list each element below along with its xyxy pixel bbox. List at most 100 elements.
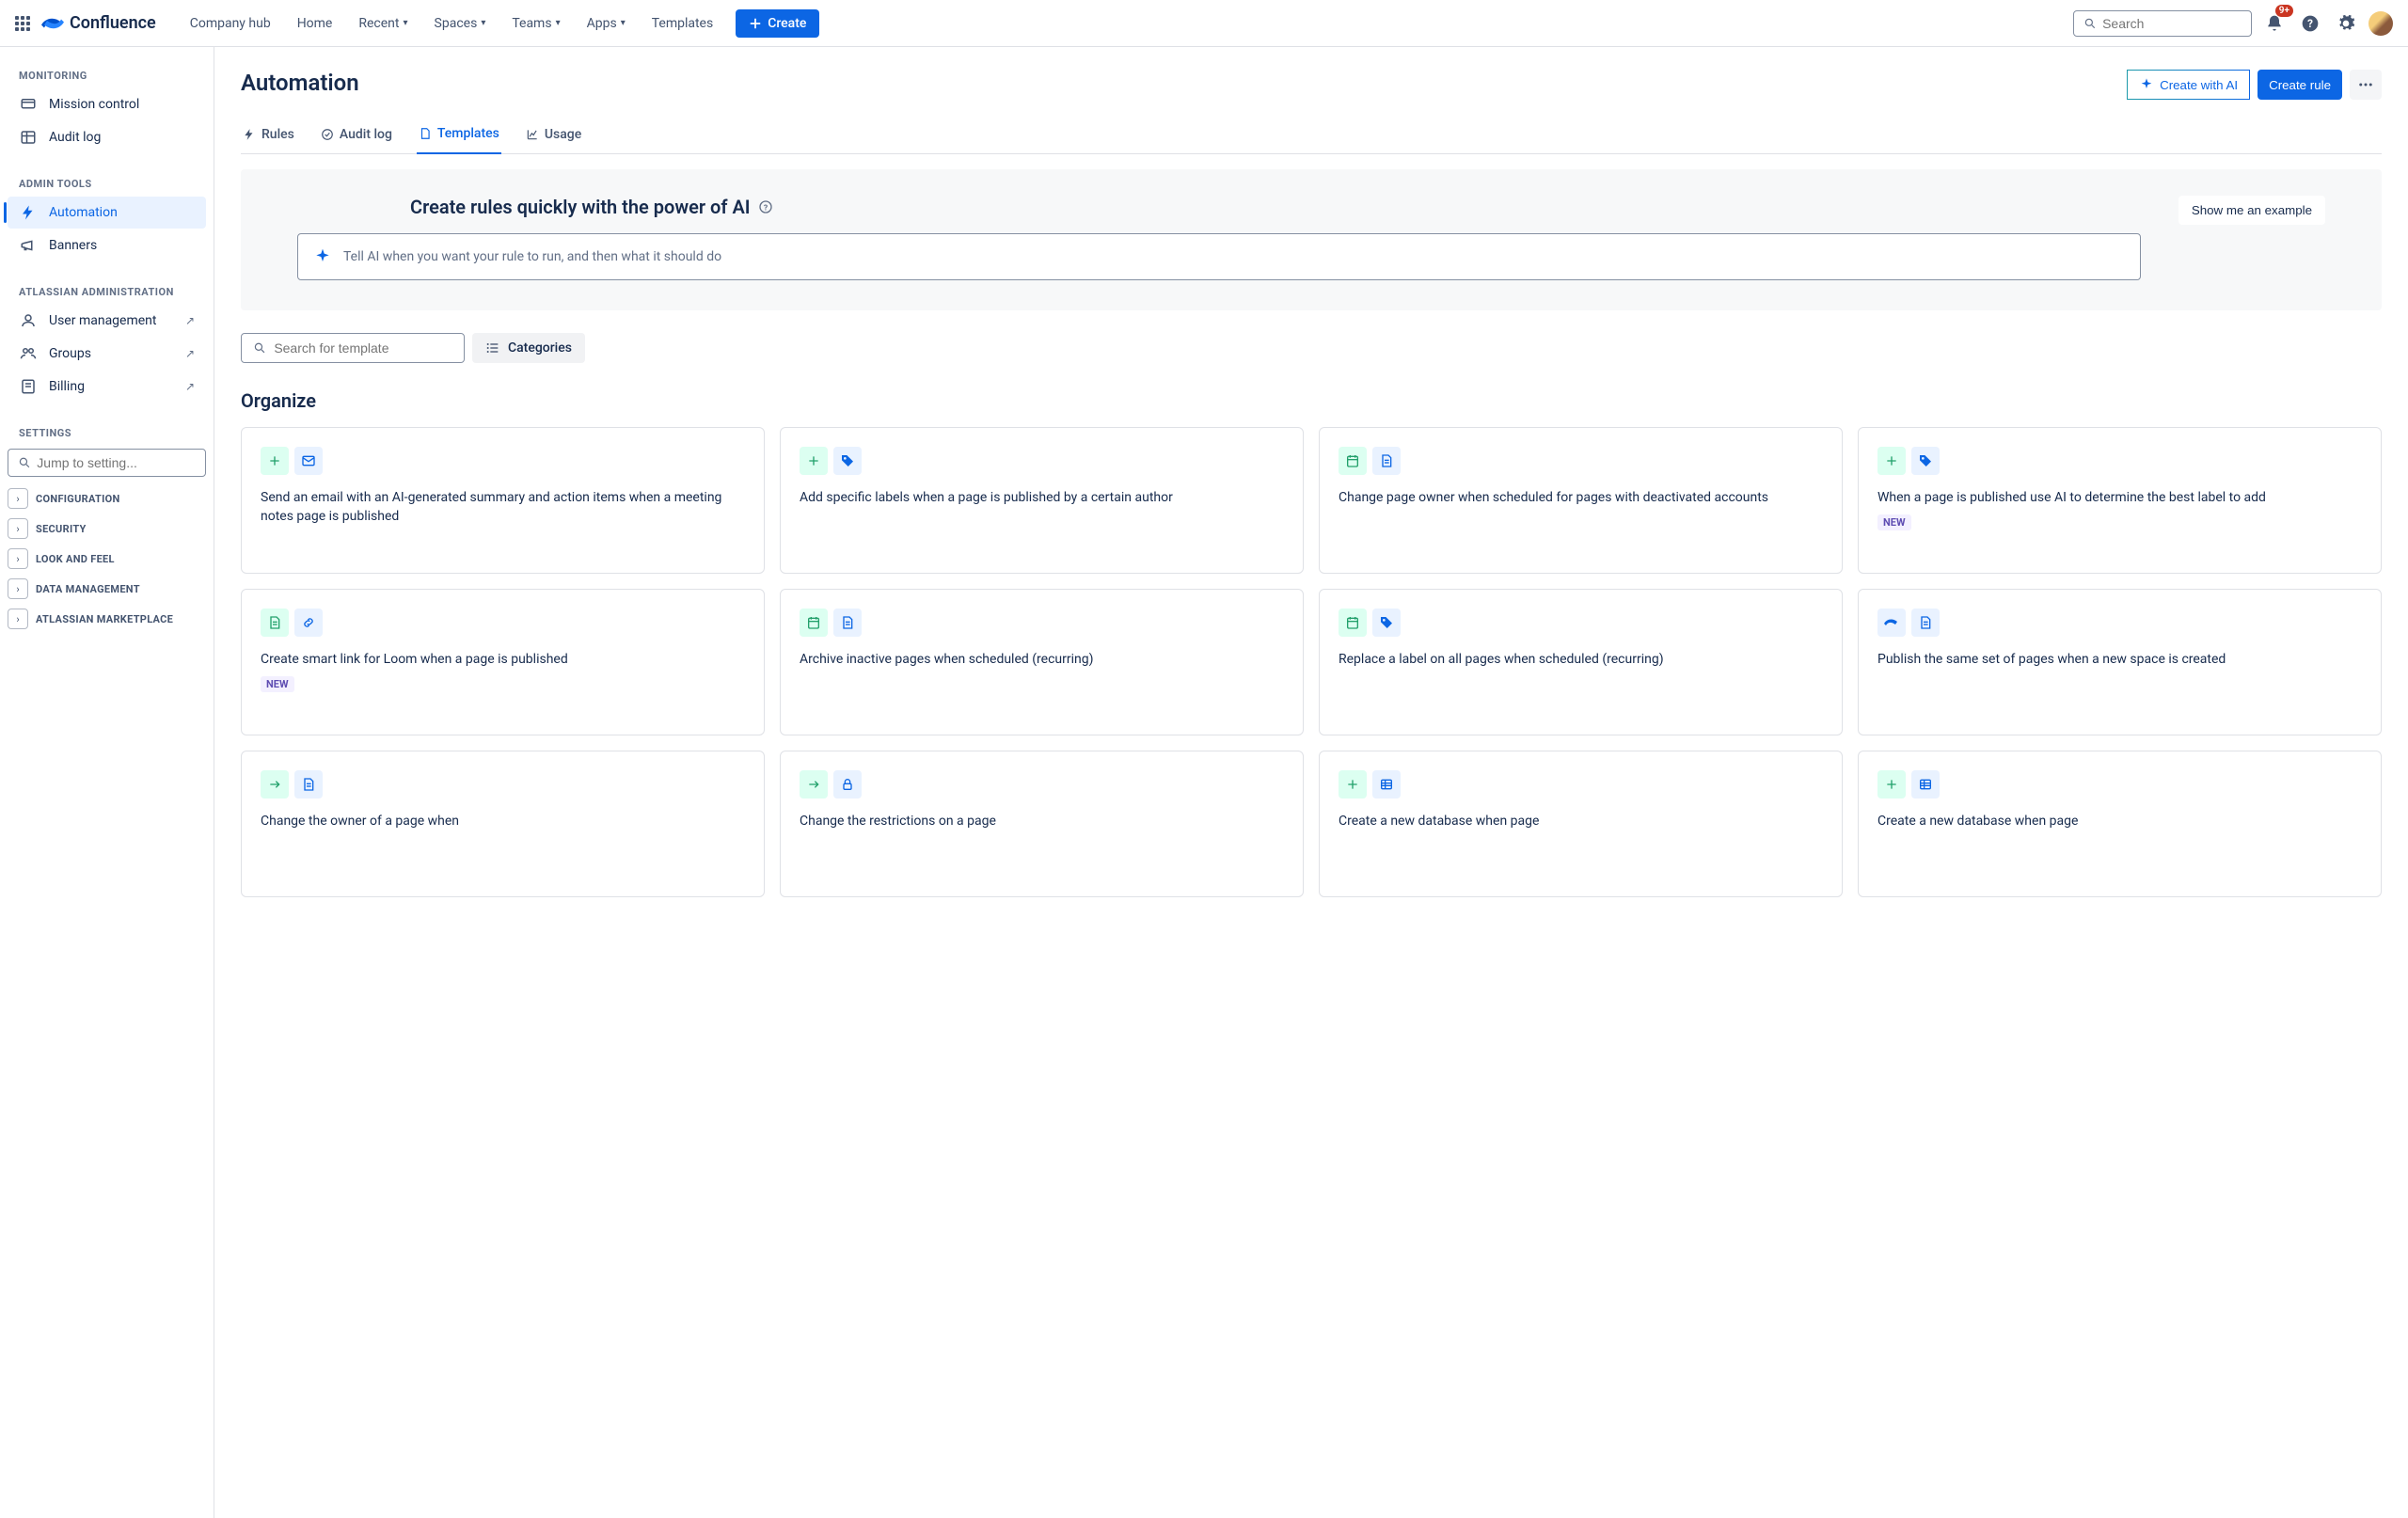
card-title: When a page is published use AI to deter… [1877, 488, 2362, 507]
main-content: Automation Create with AI Create rule Ru… [214, 47, 2408, 1518]
nav-spaces[interactable]: Spaces▾ [423, 10, 498, 37]
megaphone-icon [19, 236, 38, 255]
card-title: Archive inactive pages when scheduled (r… [800, 650, 1284, 669]
template-search-input[interactable] [274, 340, 452, 356]
card-icons [800, 447, 1284, 475]
link-icon [294, 609, 323, 637]
card-icons [1877, 609, 2362, 637]
help-button[interactable]: ? [2297, 10, 2323, 37]
sidebar-item-billing[interactable]: Billing ↗ [8, 371, 206, 403]
sidebar: MONITORING Mission control Audit log ADM… [0, 47, 214, 1518]
card-title: Add specific labels when a page is publi… [800, 488, 1284, 507]
template-card[interactable]: Change the owner of a page when [241, 751, 765, 897]
notifications-button[interactable]: 9+ [2261, 10, 2288, 37]
sidebar-item-mission-control[interactable]: Mission control [8, 88, 206, 120]
template-card[interactable]: Change page owner when scheduled for pag… [1319, 427, 1843, 574]
card-icons [261, 770, 745, 799]
tag-icon [1372, 609, 1401, 637]
nav-templates[interactable]: Templates [641, 10, 725, 37]
show-example-button[interactable]: Show me an example [2178, 196, 2325, 225]
new-pill: NEW [1877, 514, 1911, 530]
page-icon [833, 609, 862, 637]
calendar-icon [1339, 447, 1367, 475]
nav-company-hub[interactable]: Company hub [179, 10, 282, 37]
ellipsis-icon [2357, 76, 2374, 93]
settings-configuration[interactable]: › CONFIGURATION [8, 484, 206, 513]
bolt-icon [243, 128, 256, 141]
tab-rules[interactable]: Rules [241, 119, 296, 153]
section-monitoring: MONITORING [8, 62, 206, 87]
template-card[interactable]: Publish the same set of pages when a new… [1858, 589, 2382, 735]
card-icons [1339, 609, 1823, 637]
tag-icon [1911, 447, 1940, 475]
tab-usage[interactable]: Usage [524, 119, 583, 153]
info-icon[interactable]: ? [758, 199, 773, 214]
sidebar-item-user-management[interactable]: User management ↗ [8, 305, 206, 337]
card-title: Change page owner when scheduled for pag… [1339, 488, 1823, 507]
plus-icon [749, 17, 762, 30]
user-avatar[interactable] [2368, 11, 2393, 36]
sidebar-item-banners[interactable]: Banners [8, 229, 206, 261]
chevron-right-icon: › [8, 609, 28, 629]
template-card[interactable]: Send an email with an AI-generated summa… [241, 427, 765, 574]
tab-templates[interactable]: Templates [417, 119, 501, 154]
template-card[interactable]: Create smart link for Loom when a page i… [241, 589, 765, 735]
chevron-down-icon: ▾ [556, 18, 561, 28]
search-icon [2083, 16, 2097, 31]
template-card[interactable]: Replace a label on all pages when schedu… [1319, 589, 1843, 735]
create-rule-button[interactable]: Create rule [2258, 70, 2342, 100]
external-link-icon: ↗ [185, 347, 195, 360]
page-icon [1372, 447, 1401, 475]
settings-security[interactable]: › SECURITY [8, 514, 206, 543]
template-card[interactable]: Add specific labels when a page is publi… [780, 427, 1304, 574]
ai-banner-title: Create rules quickly with the power of A… [410, 196, 2141, 218]
template-card[interactable]: Create a new database when page [1319, 751, 1843, 897]
template-card[interactable]: When a page is published use AI to deter… [1858, 427, 2382, 574]
template-grid: Send an email with an AI-generated summa… [241, 427, 2382, 897]
jump-to-setting[interactable] [8, 449, 206, 477]
template-search[interactable] [241, 333, 465, 363]
confluence-logo[interactable]: Confluence [41, 12, 156, 35]
nav-home[interactable]: Home [286, 10, 344, 37]
global-search-input[interactable] [2102, 16, 2242, 31]
chevron-right-icon: › [8, 488, 28, 509]
tab-audit-log[interactable]: Audit log [319, 119, 394, 153]
template-card[interactable]: Create a new database when page [1858, 751, 2382, 897]
jump-input[interactable] [37, 455, 196, 470]
card-icons [1877, 447, 2362, 475]
card-title: Create smart link for Loom when a page i… [261, 650, 745, 669]
create-button[interactable]: Create [736, 9, 819, 38]
card-title: Send an email with an AI-generated summa… [261, 488, 745, 527]
settings-look-and-feel[interactable]: › LOOK AND FEEL [8, 545, 206, 573]
card-title: Create a new database when page [1877, 812, 2362, 830]
sidebar-item-groups[interactable]: Groups ↗ [8, 338, 206, 370]
global-search[interactable] [2073, 10, 2252, 37]
confluence-icon [1877, 609, 1906, 637]
nav-teams[interactable]: Teams▾ [500, 10, 571, 37]
template-card[interactable]: Change the restrictions on a page [780, 751, 1304, 897]
tag-icon [833, 447, 862, 475]
nav-recent[interactable]: Recent▾ [347, 10, 419, 37]
nav-apps[interactable]: Apps▾ [576, 10, 637, 37]
card-title: Replace a label on all pages when schedu… [1339, 650, 1823, 669]
app-switcher-icon[interactable] [15, 16, 30, 31]
create-with-ai-button[interactable]: Create with AI [2127, 70, 2250, 100]
ai-input[interactable]: Tell AI when you want your rule to run, … [297, 233, 2141, 280]
settings-data-management[interactable]: › DATA MANAGEMENT [8, 575, 206, 603]
page-icon [419, 127, 432, 140]
plus-icon [1877, 447, 1906, 475]
calendar-icon [1339, 609, 1367, 637]
card-icons [1877, 770, 2362, 799]
plus-icon [1339, 770, 1367, 799]
sparkle-icon [313, 247, 332, 266]
sidebar-item-automation[interactable]: Automation [8, 197, 206, 229]
template-card[interactable]: Archive inactive pages when scheduled (r… [780, 589, 1304, 735]
card-icons [261, 609, 745, 637]
section-settings: SETTINGS [8, 419, 206, 445]
settings-atlassian-marketplace[interactable]: › ATLASSIAN MARKETPLACE [8, 605, 206, 633]
logo-text: Confluence [70, 13, 156, 33]
settings-button[interactable] [2333, 10, 2359, 37]
sidebar-item-audit-log[interactable]: Audit log [8, 121, 206, 153]
categories-button[interactable]: Categories [472, 333, 585, 363]
more-actions-button[interactable] [2350, 70, 2382, 100]
